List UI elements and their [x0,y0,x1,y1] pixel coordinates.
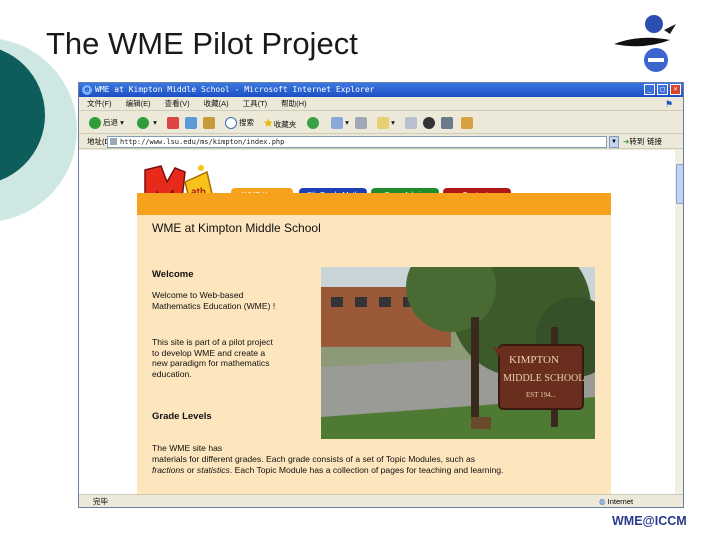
page-icon [110,138,117,145]
window-title: WME at Kimpton Middle School - Microsoft… [95,85,375,94]
grade-text-or: or [184,465,197,475]
mail-button[interactable]: ▾ [331,116,349,130]
favorites-button[interactable]: ★收藏夹 [263,116,296,130]
favorites-label: 收藏夹 [273,120,297,129]
address-bar: 地址(D) http://www.lsu.edu/ms/kimpton/inde… [79,135,683,149]
page-viewport: ath WME Home 7th Grade Math Page Admin C… [79,150,675,494]
status-zone-label: Internet [607,497,634,506]
grade-text-line2: materials for different grades. Each gra… [152,454,476,464]
back-label: 后退 [103,118,118,127]
research-icon [441,117,453,130]
ie-icon: e [82,85,92,95]
topic-statistics: statistics [196,465,230,475]
back-button[interactable]: 后退 ▾ [89,116,124,130]
slide-title: The WME Pilot Project [46,26,358,61]
forward-arrow-icon [137,117,149,130]
grade-text-line1: The WME site has [152,443,223,453]
research-button[interactable] [441,116,453,130]
page-heading: WME at Kimpton Middle School [152,221,321,235]
menu-help[interactable]: 帮助(H) [281,97,306,110]
forward-button[interactable]: ▾ [137,116,157,130]
menu-favorites[interactable]: 收藏(A) [204,97,229,110]
grade-text-rest: . Each Topic Module has a collection of … [229,465,504,475]
back-arrow-icon [89,117,101,130]
extra-button[interactable] [461,116,473,130]
sign-line-3: EST 194... [526,391,556,399]
address-dropdown-button[interactable]: ▼ [609,136,619,148]
discuss-icon [405,117,417,130]
menu-tools[interactable]: 工具(T) [243,97,268,110]
toolbar: 后退 ▾ ▾ 搜索 ★收藏夹 ▾ ▾ [79,112,683,134]
status-text: 完毕 [93,497,108,506]
history-icon [307,117,319,130]
go-button[interactable]: ➜转到 [623,136,644,148]
close-button[interactable]: × [670,84,681,95]
topic-fractions: fractions [152,465,185,475]
go-label: 转到 [629,137,645,146]
edit-button[interactable]: ▾ [377,116,395,130]
school-photo: KIMPTON MIDDLE SCHOOL EST 194... [321,267,595,439]
orange-banner [137,193,611,215]
menu-file[interactable]: 文件(F) [87,97,112,110]
sign-line-1: KIMPTON [509,354,559,366]
star-icon: ★ [263,116,274,130]
address-input[interactable]: http://www.lsu.edu/ms/kimpton/index.php [107,136,607,148]
menu-edit[interactable]: 编辑(E) [126,97,151,110]
home-button[interactable] [203,116,215,130]
stop-icon [167,117,179,130]
print-button[interactable] [355,116,367,130]
title-bar: e WME at Kimpton Middle School - Microso… [79,83,683,97]
minimize-button[interactable]: _ [644,84,655,95]
status-zone: ◍ Internet [599,495,634,507]
browser-window: e WME at Kimpton Middle School - Microso… [78,82,684,508]
messenger-icon [423,117,435,130]
grade-text-line3: fractions or statistics. Each Topic Modu… [152,465,602,476]
welcome-heading: Welcome [152,269,194,280]
page-content: WME at Kimpton Middle School Welcome Wel… [137,215,611,494]
menu-bar: 文件(F) 编辑(E) 查看(V) 收藏(A) 工具(T) 帮助(H) [79,97,683,111]
refresh-icon [185,117,197,130]
search-label: 搜索 [239,118,254,127]
status-bar: 完毕 ◍ Internet [79,494,683,507]
vertical-scrollbar[interactable] [675,150,683,494]
welcome-text: Welcome to Web-based Mathematics Educati… [152,290,276,311]
grade-levels-text: The WME site has materials for different… [152,443,602,476]
links-button[interactable]: 链接 [647,136,662,148]
windows-flag-icon: ⚑ [665,99,674,109]
print-icon [355,117,367,130]
stop-button[interactable] [167,116,179,130]
scrollbar-thumb[interactable] [676,164,683,204]
wme-logo [614,15,676,72]
pilot-text: This site is part of a pilot project to … [152,337,273,379]
footer-logo: WME@ICCM [612,514,687,528]
mail-icon [331,117,343,130]
grade-levels-heading: Grade Levels [152,411,212,422]
edit-icon [377,117,389,130]
refresh-button[interactable] [185,116,197,130]
history-button[interactable] [307,116,321,130]
maximize-button[interactable]: □ [657,84,668,95]
globe-icon: ◍ [599,497,606,506]
menu-view[interactable]: 查看(V) [165,97,190,110]
home-icon [203,117,215,130]
discuss-button[interactable] [405,116,417,130]
messenger-button[interactable] [423,116,437,130]
sign-line-2: MIDDLE SCHOOL [503,373,584,384]
extra-icon [461,117,473,130]
search-icon [225,117,237,130]
search-button[interactable]: 搜索 [225,116,254,130]
